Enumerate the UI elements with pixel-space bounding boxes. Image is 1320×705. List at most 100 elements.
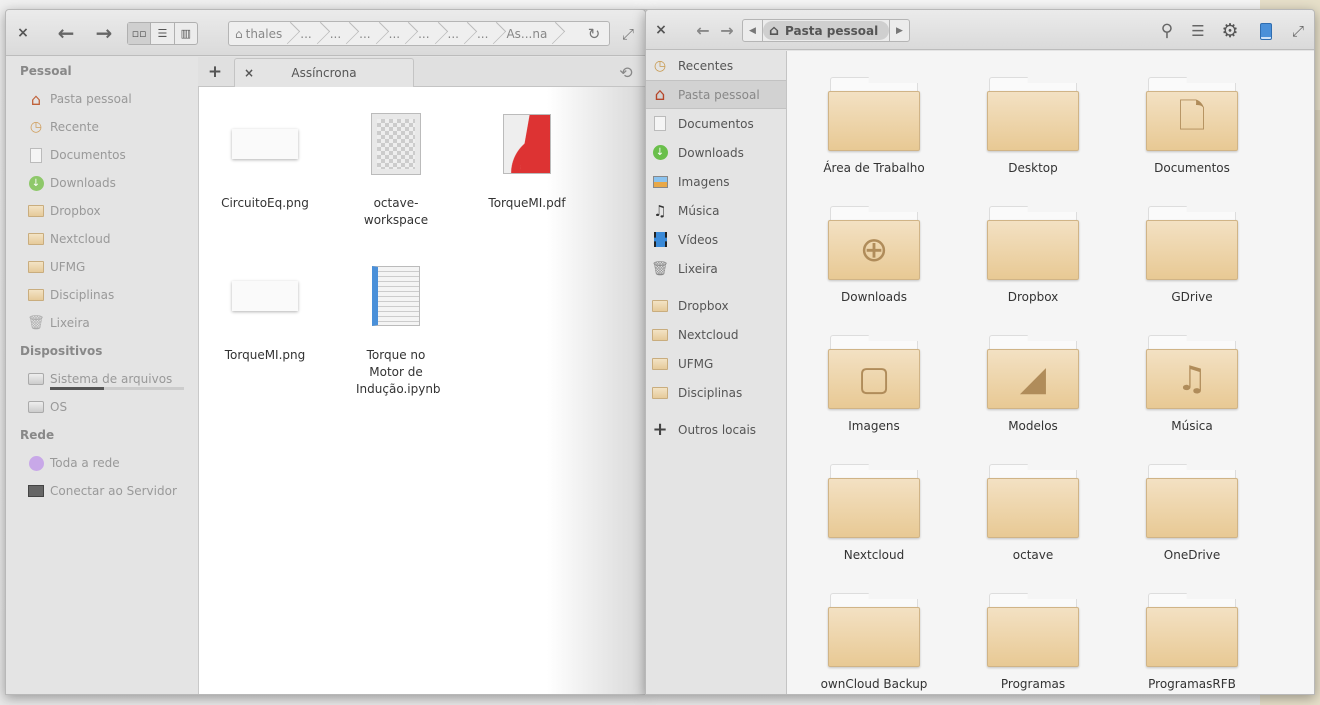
folder-item[interactable]: Desktop [958,77,1108,175]
folder-item[interactable]: ProgramasRFB [1117,593,1267,691]
sidebar-item-outros-locais[interactable]: + Outros locais [646,415,786,444]
grid-view-button[interactable]: ▫▫ [128,23,152,44]
sidebar-item-disciplinas[interactable]: Disciplinas [646,378,786,407]
folder-item[interactable]: Área de Trabalho [799,77,949,175]
chevron-right-icon [461,21,475,46]
sidebar-item-videos[interactable]: Vídeos [646,225,786,254]
sidebar-item-lixeira[interactable]: 🗑 Lixeira [6,309,198,337]
sidebar-item-conectar-ao-servidor[interactable]: Conectar ao Servidor [6,477,198,505]
folder-item[interactable]: GDrive [1117,206,1267,304]
folder-item[interactable]: ◢ Modelos [958,335,1108,433]
folder-item[interactable]: Nextcloud [799,464,949,562]
sidebar-item-nextcloud[interactable]: Nextcloud [646,320,786,349]
document-icon [652,116,668,132]
tab-assincrona[interactable]: × Assíncrona [234,58,414,87]
sidebar-item-pasta-pessoal[interactable]: ⌂ Pasta pessoal [6,85,198,113]
breadcrumb-item[interactable]: ... [300,22,329,45]
folder-item[interactable]: OneDrive [1117,464,1267,562]
sidebar-item-downloads[interactable]: ↓ Downloads [646,138,786,167]
sidebar-item-label: Disciplinas [678,385,743,400]
path-next-button[interactable]: ▶ [889,20,909,41]
location-bar: ◀ ⌂ Pasta pessoal ▶ [742,19,910,42]
breadcrumb-item[interactable]: ... [418,22,447,45]
file-item[interactable]: TorqueMI.png [205,251,325,364]
folder-name: Downloads [841,290,907,304]
close-button[interactable]: × [652,21,670,39]
folder-name: Música [1171,419,1213,433]
sidebar-item-ufmg[interactable]: UFMG [646,349,786,378]
maximize-button[interactable]: ⤢ [618,24,638,44]
breadcrumb-home[interactable]: thales [246,22,301,45]
folder-name: OneDrive [1163,548,1221,562]
list-view-button[interactable]: ☰ [151,23,175,44]
forward-button[interactable]: → [92,21,116,45]
sidebar-item-label: Outros locais [678,422,757,437]
folder-item[interactable]: 🗋 Documentos [1117,77,1267,175]
back-button[interactable]: ← [54,21,78,45]
sidebar-item-label: Pasta pessoal [50,92,132,106]
folder-icon [828,77,920,153]
folder-item[interactable]: Dropbox [958,206,1108,304]
close-button[interactable]: × [14,24,32,42]
maximize-button[interactable]: ⤢ [1288,21,1308,41]
sidebar-item-dropbox[interactable]: Dropbox [646,291,786,320]
breadcrumb-label: Pasta pessoal [785,23,879,38]
sidebar-item-toda-a-rede[interactable]: Toda a rede [6,449,198,477]
sidebar-item-musica[interactable]: ♫ Música [646,196,786,225]
new-tab-button[interactable]: + [204,61,226,83]
folder-item[interactable]: ⊕ Downloads [799,206,949,304]
sidebar-item-dropbox[interactable]: Dropbox [6,197,198,225]
breadcrumb-item[interactable]: ... [359,22,388,45]
breadcrumb-item[interactable]: ... [389,22,418,45]
breadcrumb-home[interactable]: ⌂ Pasta pessoal [763,21,889,40]
folder-item[interactable]: Programas [958,593,1108,691]
sidebar-item-documentos[interactable]: Documentos [6,141,198,169]
file-item[interactable]: CircuitoEq.png [205,99,325,212]
breadcrumb-current[interactable]: As...na [506,22,565,45]
sidebar-item-imagens[interactable]: Imagens [646,167,786,196]
breadcrumb-item[interactable]: ... [448,22,477,45]
folder-item[interactable]: ▢ Imagens [799,335,949,433]
history-button[interactable]: ⟲ [615,61,637,83]
search-button[interactable]: ⚲ [1156,20,1178,42]
file-item[interactable]: octave-workspace [336,99,456,229]
sidebar-item-downloads[interactable]: ↓ Downloads [6,169,198,197]
sidebar-item-documentos[interactable]: Documentos [646,109,786,138]
folder-item[interactable]: ownCloud Backup [799,593,949,691]
settings-button[interactable]: ⚙ [1218,19,1242,43]
sidebar-item-recente[interactable]: ◷ Recente [6,113,198,141]
back-button[interactable]: ← [694,20,712,40]
sidebar-item-disciplinas[interactable]: Disciplinas [6,281,198,309]
sidebar-item-os[interactable]: OS [6,393,198,421]
sidebar-item-sistema-de-arquivos[interactable]: Sistema de arquivos [6,365,198,393]
folder-name: Desktop [1008,161,1058,175]
sidebar: Pessoal ⌂ Pasta pessoal ◷ Recente Document… [6,57,198,694]
tab-close-button[interactable]: × [241,64,257,82]
folder-icon [28,231,44,247]
home-icon: ⌂ [235,26,243,41]
sidebar-item-pasta-pessoal[interactable]: ⌂ Pasta pessoal [646,80,786,109]
column-view-button[interactable]: ▥ [175,23,197,44]
location-bar[interactable]: ⌂ thales ... ... ... ... ... ... ... As.… [228,21,610,46]
breadcrumb-item[interactable]: ... [477,22,506,45]
file-item[interactable]: TorqueMI.pdf [467,99,587,212]
file-cabinet-icon[interactable] [1257,21,1275,41]
sidebar-item-lixeira[interactable]: 🗑 Lixeira [646,254,786,283]
folder-item[interactable]: octave [958,464,1108,562]
sidebar-item-recentes[interactable]: ◷ Recentes [646,51,786,80]
folder-item[interactable]: ♫ Música [1117,335,1267,433]
sidebar-item-ufmg[interactable]: UFMG [6,253,198,281]
sidebar-item-label: Vídeos [678,232,719,247]
folder-name: Imagens [848,419,900,433]
menu-button[interactable]: ☰ [1187,20,1209,42]
drive-icon [28,399,44,415]
headerbar: × ← → ◀ ⌂ Pasta pessoal ▶ ⚲ ☰ ⚙ ⤢ [646,10,1314,50]
forward-button[interactable]: → [718,20,736,40]
folder-icon [987,464,1079,540]
sidebar-item-nextcloud[interactable]: Nextcloud [6,225,198,253]
file-name: CircuitoEq.png [221,196,309,210]
breadcrumb-item[interactable]: ... [330,22,359,45]
file-item[interactable]: Torque no Motor de Indução.ipynb [336,251,456,398]
path-prev-button[interactable]: ◀ [743,20,763,41]
reload-button[interactable]: ↻ [585,24,603,44]
